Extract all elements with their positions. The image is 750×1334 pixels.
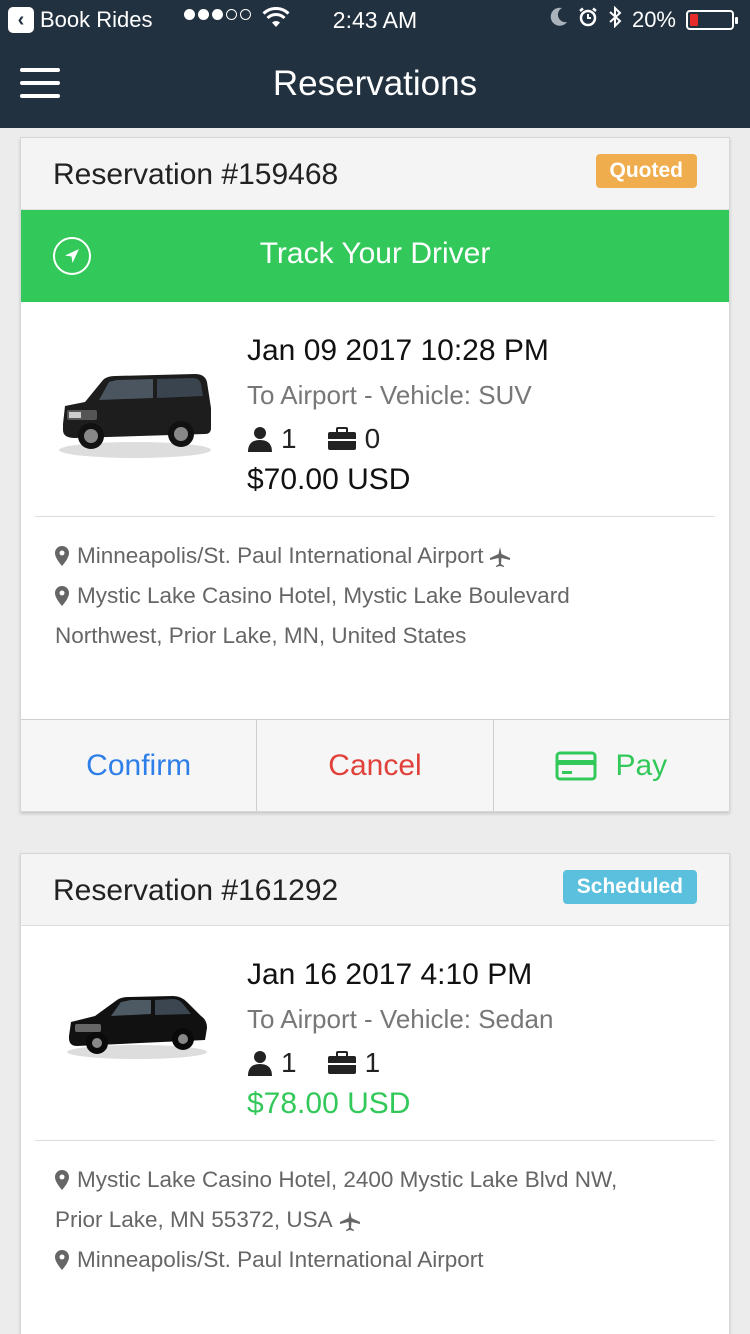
airplane-icon (490, 547, 511, 568)
reservation-actions: Confirm Cancel Pay (21, 719, 729, 811)
reservation-card: Reservation #161292 Scheduled Jan 16 201… (20, 853, 730, 1334)
airplane-icon (339, 1211, 360, 1232)
divider (35, 516, 715, 517)
pickup-datetime: Jan 16 2017 4:10 PM (247, 958, 533, 991)
reservation-header: Reservation #161292 Scheduled (21, 854, 729, 926)
luggage-icon (327, 427, 356, 450)
pickup-datetime: Jan 09 2017 10:28 PM (247, 334, 549, 367)
luggage-count: 0 (364, 423, 381, 454)
confirm-button[interactable]: Confirm (21, 720, 258, 811)
alarm-icon (578, 7, 598, 33)
moon-icon (550, 7, 568, 33)
trip-type: To Airport - Vehicle: SUV (247, 380, 532, 410)
status-badge: Scheduled (562, 870, 697, 904)
suv-image (55, 362, 215, 462)
page-title: Reservations (272, 64, 478, 103)
bluetooth-icon (608, 5, 622, 34)
top-bar: ‹ Book Rides 2:43 AM 20% Reservations (0, 0, 750, 128)
pickup-address: Minneapolis/St. Paul International Airpo… (55, 536, 709, 576)
pickup-address: Mystic Lake Casino Hotel, 2400 Mystic La… (55, 1160, 709, 1200)
sedan-image (55, 966, 215, 1066)
location-pin-icon (55, 1240, 71, 1280)
trip-type: To Airport - Vehicle: Sedan (247, 1004, 554, 1034)
dropoff-address: Minneapolis/St. Paul International Airpo… (55, 1240, 709, 1280)
status-badge: Quoted (595, 154, 697, 188)
passenger-count: 1 (281, 1047, 297, 1078)
pickup-address-cont: Prior Lake, MN 55372, USA (55, 1200, 709, 1240)
trip-details: Jan 09 2017 10:28 PM To Airport - Vehicl… (21, 302, 729, 516)
reservation-title: Reservation #159468 (53, 158, 339, 191)
pay-label: Pay (615, 748, 668, 782)
reservation-header: Reservation #159468 Quoted (21, 138, 729, 210)
location-pin-icon (55, 1160, 71, 1200)
divider (35, 1140, 715, 1141)
location-pin-icon (55, 576, 71, 616)
pay-button[interactable]: Pay (494, 720, 729, 811)
luggage-icon (327, 1051, 356, 1074)
reservation-title: Reservation #161292 (53, 874, 339, 907)
luggage-count: 1 (364, 1047, 381, 1078)
dropoff-address: Mystic Lake Casino Hotel, Mystic Lake Bo… (55, 576, 709, 616)
nav-bar: Reservations (0, 40, 750, 128)
battery-percent: 20% (631, 7, 676, 32)
battery-icon (686, 10, 738, 30)
cancel-button[interactable]: Cancel (257, 720, 494, 811)
trip-price: $70.00 USD (247, 463, 411, 496)
trip-details: Jan 16 2017 4:10 PM To Airport - Vehicle… (21, 926, 729, 1138)
credit-card-icon (555, 751, 597, 780)
passenger-count: 1 (281, 423, 297, 454)
location-pin-icon (55, 536, 71, 576)
passenger-icon (248, 427, 272, 452)
trip-price: $78.00 USD (247, 1087, 411, 1120)
track-driver-label: Track Your Driver (259, 237, 491, 270)
passenger-icon (248, 1051, 272, 1076)
address-list: Mystic Lake Casino Hotel, 2400 Mystic La… (55, 1160, 709, 1280)
reservation-card: Reservation #159468 Quoted Track Your Dr… (20, 137, 730, 812)
track-driver-button[interactable]: Track Your Driver (21, 210, 729, 302)
dropoff-address-cont: Northwest, Prior Lake, MN, United States (55, 623, 467, 648)
address-list: Minneapolis/St. Paul International Airpo… (55, 536, 709, 656)
status-bar: ‹ Book Rides 2:43 AM 20% (0, 0, 750, 40)
